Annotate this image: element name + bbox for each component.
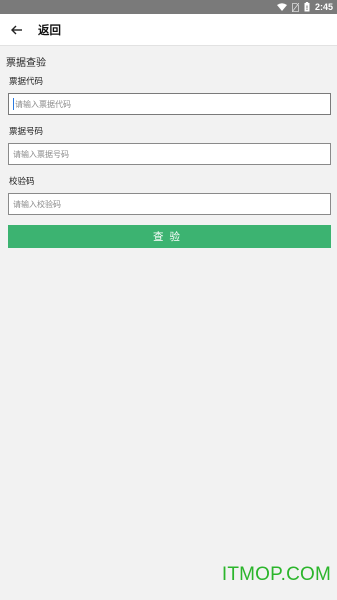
check-code-input[interactable] [13, 194, 330, 214]
invoice-code-input[interactable] [15, 94, 330, 114]
invoice-code-label: 票据代码 [9, 77, 44, 87]
svg-text:!: ! [306, 5, 309, 12]
invoice-number-label: 票据号码 [9, 127, 44, 137]
text-caret [13, 98, 14, 110]
invoice-code-field[interactable] [8, 93, 331, 115]
page-title[interactable]: 返回 [38, 22, 61, 38]
battery-icon: ! [304, 2, 310, 12]
arrow-back-icon[interactable] [10, 20, 22, 39]
check-code-field[interactable] [8, 193, 331, 215]
section-title: 票据查验 [6, 58, 46, 69]
watermark: ITMOP.COM [221, 564, 331, 585]
check-code-label: 校验码 [9, 177, 35, 187]
no-sim-icon [291, 2, 299, 12]
status-bar: ! 2:45 [0, 0, 337, 14]
back-button[interactable] [0, 14, 32, 46]
invoice-check-form: 票据查验 票据代码 票据号码 校验码 [0, 47, 337, 215]
app-bar: 返回 [0, 14, 337, 46]
status-time: 2:45 [314, 2, 333, 12]
invoice-number-input[interactable] [13, 144, 330, 164]
wifi-icon [276, 3, 287, 11]
invoice-number-field[interactable] [8, 143, 331, 165]
check-button[interactable]: 查验 [8, 225, 331, 248]
